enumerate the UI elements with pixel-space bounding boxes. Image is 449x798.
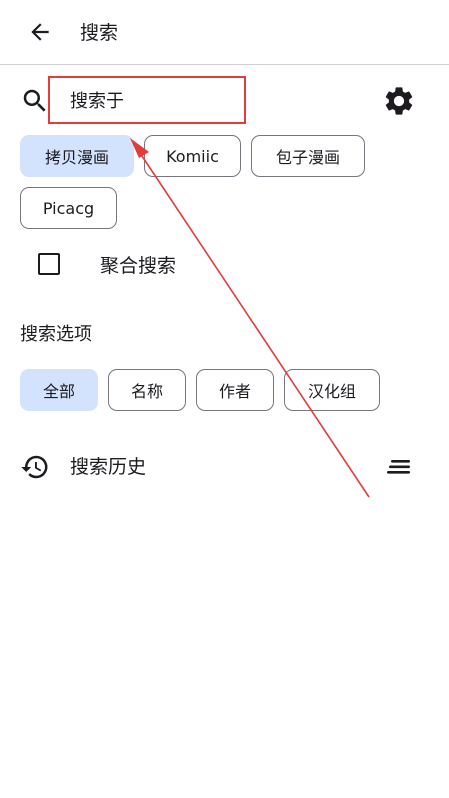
option-chip-author[interactable]: 作者 (196, 369, 274, 411)
arrow-back-icon (31, 23, 49, 41)
source-chip-komiic[interactable]: Komiic (144, 135, 241, 177)
aggregate-search-label: 聚合搜索 (100, 255, 177, 277)
page-title: 搜索 (80, 22, 119, 44)
source-chip-copymanga[interactable]: 拷贝漫画 (20, 135, 134, 177)
search-options-title: 搜索选项 (20, 324, 92, 345)
option-chip-name[interactable]: 名称 (108, 369, 186, 411)
sort-icon (387, 460, 410, 474)
option-chip-all[interactable]: 全部 (20, 369, 98, 411)
app-bar: 搜索 (0, 0, 449, 64)
appbar-divider (0, 64, 449, 65)
source-chip-baozi[interactable]: 包子漫画 (251, 135, 365, 177)
search-input[interactable] (48, 76, 246, 124)
aggregate-search-checkbox[interactable] (38, 253, 60, 275)
source-chip-picacg[interactable]: Picacg (20, 187, 117, 229)
option-chip-translator[interactable]: 汉化组 (284, 369, 380, 411)
gear-icon (385, 87, 413, 115)
search-history-label: 搜索历史 (70, 456, 147, 478)
search-icon (23, 89, 46, 112)
sort-button[interactable] (386, 454, 414, 480)
settings-button[interactable] (382, 84, 416, 118)
back-button[interactable] (20, 14, 60, 50)
history-icon (21, 455, 48, 479)
